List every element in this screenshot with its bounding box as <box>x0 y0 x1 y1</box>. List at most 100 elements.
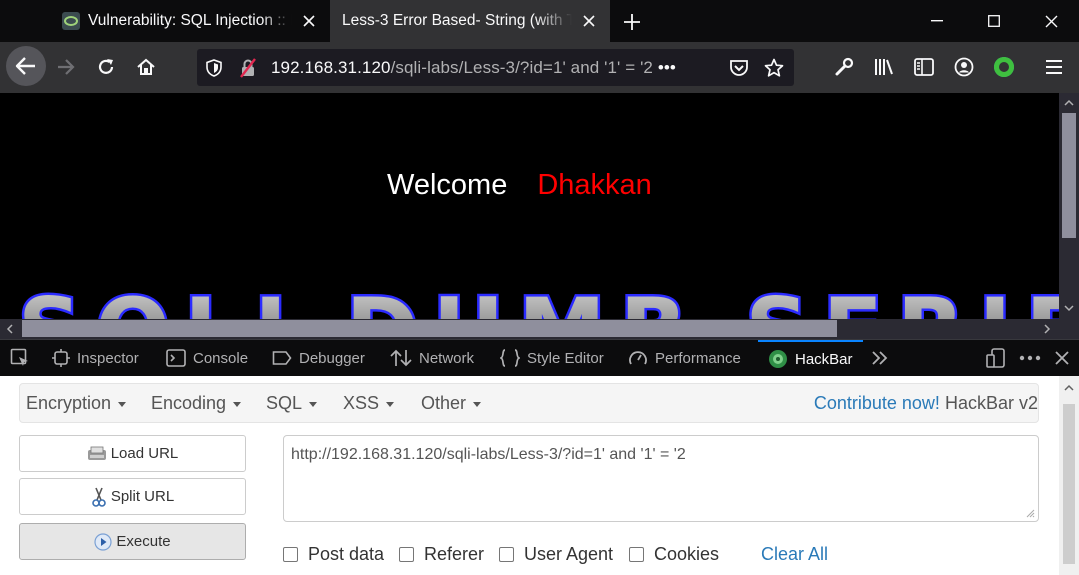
menu-encryption-label: Encryption <box>26 393 112 413</box>
load-url-label: Load URL <box>110 445 179 462</box>
url-bar[interactable]: 192.168.31.120/sqli-labs/Less-3/?id=1' a… <box>197 49 794 86</box>
tab-performance[interactable]: Performance <box>628 340 741 376</box>
menu-sql[interactable]: SQL <box>266 393 318 414</box>
tab-title: Less-3 Error Based- String (with Twist) <box>342 12 572 29</box>
page-horizontal-scroll-thumb[interactable] <box>22 320 837 337</box>
user-agent-checkbox[interactable]: User Agent <box>499 544 613 565</box>
tab-performance-label: Performance <box>655 349 741 367</box>
back-button[interactable] <box>6 46 46 86</box>
menu-other[interactable]: Other <box>421 393 482 414</box>
page-vertical-scrollbar[interactable] <box>1059 93 1079 319</box>
tab-inspector[interactable]: Inspector <box>52 340 139 376</box>
extension-status-icon[interactable] <box>986 49 1022 85</box>
tab-debugger[interactable]: Debugger <box>272 340 365 376</box>
hackbar-icon <box>769 350 787 368</box>
welcome-heading: Welcome Dhakkan <box>387 169 652 202</box>
menu-encryption[interactable]: Encryption <box>26 393 127 414</box>
hackbar-scroll-thumb[interactable] <box>1063 404 1075 564</box>
tab-dvwa[interactable]: Vulnerability: SQL Injection :: Damn Vul… <box>50 0 330 42</box>
tab-style-editor[interactable]: Style Editor <box>500 340 604 376</box>
insecure-lock-icon[interactable] <box>237 57 259 79</box>
hackbar-panel: Encryption Encoding SQL XSS Other Contri… <box>0 376 1059 575</box>
load-url-button[interactable]: Load URL <box>19 435 246 472</box>
home-button[interactable] <box>128 49 164 85</box>
clear-all-link[interactable]: Clear All <box>761 544 828 565</box>
sidebar-toggle-icon[interactable] <box>906 49 942 85</box>
tab-strip: Vulnerability: SQL Injection :: Damn Vul… <box>0 0 1079 42</box>
bookmark-star-icon[interactable] <box>763 57 785 79</box>
play-icon <box>94 532 112 551</box>
new-tab-button[interactable] <box>618 8 646 36</box>
split-url-button[interactable]: Split URL <box>19 478 246 515</box>
contribute-area: Contribute now! HackBar v2 <box>814 393 1038 414</box>
menu-hamburger-icon[interactable] <box>1036 49 1072 85</box>
url-text: 192.168.31.120/sqli-labs/Less-3/?id=1' a… <box>271 58 676 78</box>
menu-xss[interactable]: XSS <box>343 393 395 414</box>
tab-sqli-labs[interactable]: Less-3 Error Based- String (with Twist) <box>330 0 610 42</box>
sqli-dumb-series-banner-image: SQLI DUMB SERIES <box>16 283 1060 319</box>
scroll-corner <box>1059 319 1079 339</box>
reload-button[interactable] <box>88 49 124 85</box>
post-data-label: Post data <box>308 544 385 564</box>
window-close-icon[interactable] <box>1023 0 1079 42</box>
menu-sql-label: SQL <box>266 393 303 413</box>
checkbox-box[interactable] <box>629 547 644 562</box>
page-horizontal-scrollbar[interactable] <box>0 319 1059 339</box>
url-path: /sqli-labs/Less-3/?id=1' and '1' = '2 <box>390 58 653 77</box>
page-actions-overflow[interactable]: ••• <box>658 58 676 77</box>
more-tools-chevron-icon[interactable] <box>871 340 896 376</box>
menu-xss-label: XSS <box>343 393 380 413</box>
referer-label: Referer <box>424 544 485 564</box>
welcome-text: Welcome <box>387 169 508 201</box>
split-url-label: Split URL <box>110 488 175 505</box>
page-vertical-scroll-thumb[interactable] <box>1062 113 1076 238</box>
forward-button[interactable] <box>48 49 84 85</box>
style-editor-icon <box>500 349 520 367</box>
maximize-icon[interactable] <box>966 0 1022 42</box>
menu-encoding-label: Encoding <box>151 393 227 413</box>
caret-down-icon <box>233 401 242 407</box>
devtools-close-icon[interactable] <box>1055 340 1076 376</box>
tab-hackbar[interactable]: HackBar <box>758 340 863 376</box>
library-icon[interactable] <box>866 49 902 85</box>
url-textarea[interactable]: http://192.168.31.120/sqli-labs/Less-3/?… <box>283 435 1039 522</box>
devtools-options-icon[interactable] <box>1019 340 1048 376</box>
checkbox-box[interactable] <box>283 547 298 562</box>
minimize-icon[interactable] <box>909 0 965 42</box>
responsive-design-icon[interactable] <box>986 340 1013 376</box>
referer-checkbox[interactable]: Referer <box>399 544 484 565</box>
menu-encoding[interactable]: Encoding <box>151 393 242 414</box>
cookies-label: Cookies <box>654 544 720 564</box>
banner-text: SQLI DUMB SERIES <box>18 283 1059 319</box>
post-data-checkbox[interactable]: Post data <box>283 544 384 565</box>
tab-console[interactable]: Console <box>166 340 248 376</box>
tracking-shield-icon[interactable] <box>203 57 225 79</box>
user-agent-label: User Agent <box>524 544 614 564</box>
hackbar-vertical-scrollbar[interactable] <box>1059 376 1079 575</box>
page-viewport: Welcome Dhakkan SQLI DUMB SERIES <box>0 93 1059 319</box>
checkbox-box[interactable] <box>399 547 414 562</box>
caret-down-icon <box>309 401 318 407</box>
tab-console-label: Console <box>193 349 249 367</box>
tab-network[interactable]: Network <box>390 340 474 376</box>
menu-other-label: Other <box>421 393 467 413</box>
cookies-checkbox[interactable]: Cookies <box>629 544 719 565</box>
pocket-icon[interactable] <box>728 57 750 79</box>
tab-network-label: Network <box>419 349 475 367</box>
contribute-link[interactable]: Contribute now! <box>814 393 940 413</box>
debugger-icon <box>272 351 292 365</box>
execute-button[interactable]: Execute <box>19 523 246 560</box>
tab-close-icon[interactable] <box>298 10 320 32</box>
devtools-toolbar: Inspector Console Debugger Network Style… <box>0 339 1079 376</box>
account-icon[interactable] <box>946 49 982 85</box>
developer-tools-wrench-icon[interactable] <box>826 49 862 85</box>
execute-label: Execute <box>116 533 171 550</box>
load-url-icon <box>87 446 106 460</box>
resize-grip-icon[interactable] <box>1024 507 1035 518</box>
tab-close-icon[interactable] <box>578 10 600 32</box>
element-picker-icon[interactable] <box>10 340 37 376</box>
hackbar-version: HackBar v2 <box>944 393 1038 413</box>
console-icon <box>166 349 186 367</box>
scissors-icon <box>92 487 106 507</box>
checkbox-box[interactable] <box>499 547 514 562</box>
